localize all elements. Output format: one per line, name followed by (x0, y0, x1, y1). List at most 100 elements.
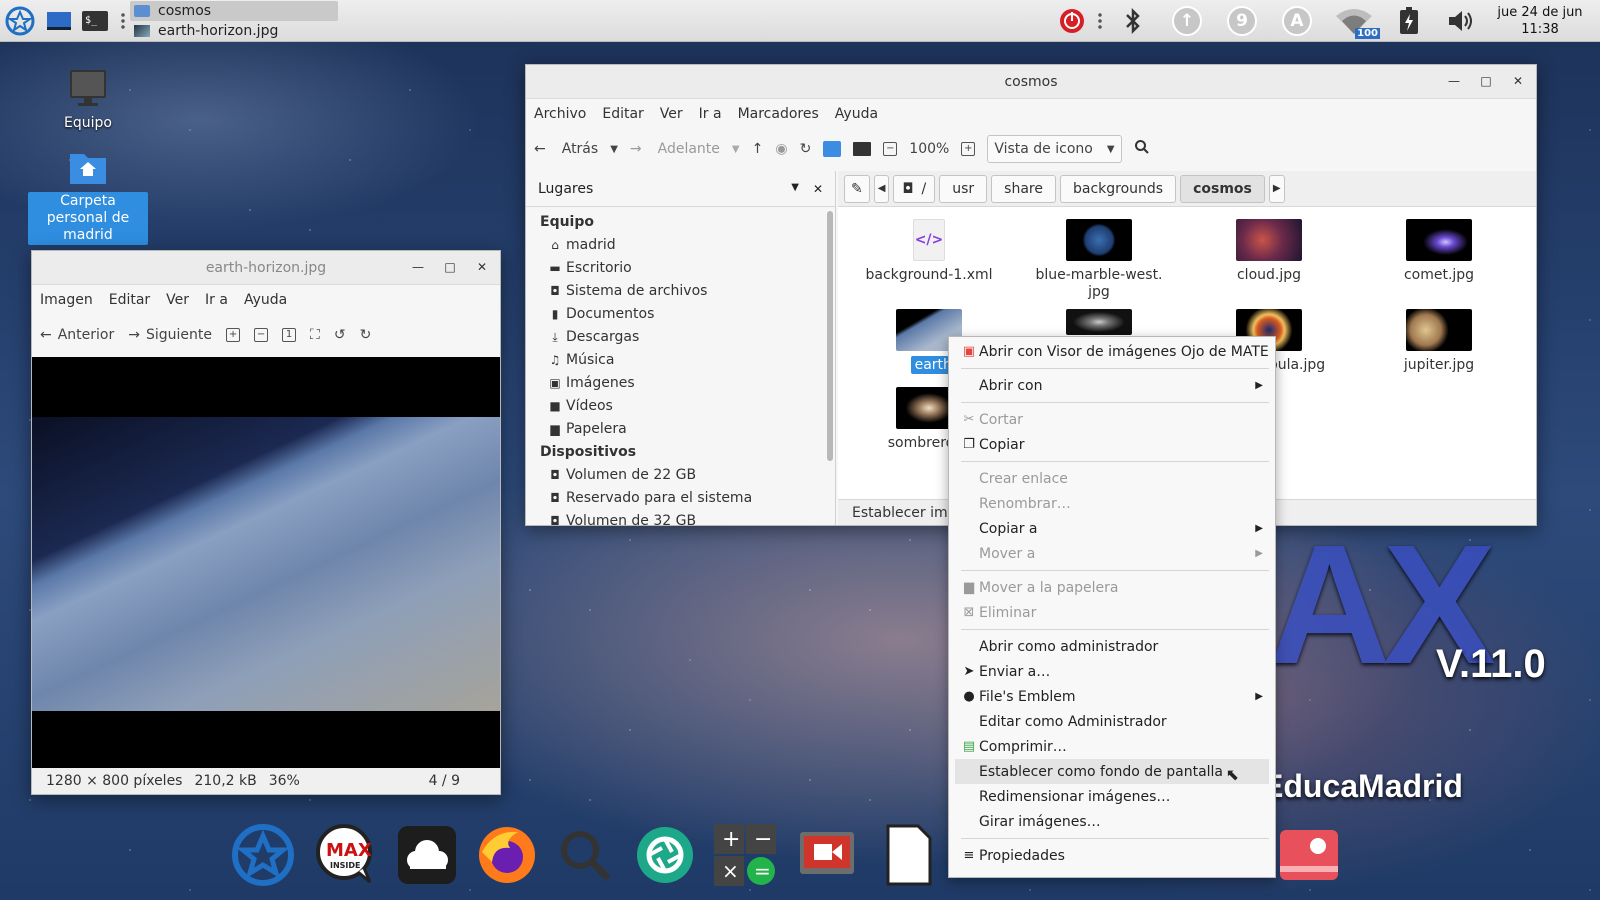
menu-item-enviar-a[interactable]: ➤ Enviar a… (955, 659, 1269, 684)
rotate-left-icon[interactable]: ↺ (334, 327, 346, 343)
up-arrow-icon[interactable]: ↑ (752, 141, 764, 157)
minimize-icon[interactable]: — (408, 257, 428, 277)
camera-shutter-icon[interactable] (632, 822, 698, 888)
search-icon[interactable] (1134, 139, 1150, 159)
firefox-icon[interactable] (474, 822, 540, 888)
max-menu-icon[interactable] (5, 6, 35, 36)
menu-item-eliminar[interactable]: ⊠ Eliminar (955, 600, 1269, 625)
search-icon[interactable] (552, 822, 618, 888)
menu-item-renombrar[interactable]: Renombrar… (955, 491, 1269, 516)
sidebar-item-reserved[interactable]: ◘ Reservado para el sistema (540, 487, 835, 510)
zoom-out-icon[interactable]: − (254, 328, 269, 342)
menu-item-abrir-con[interactable]: Abrir con ▶ (955, 373, 1269, 398)
menu-ver[interactable]: Ver (166, 292, 189, 308)
sidebar-item-filesystem[interactable]: ◘ Sistema de archivos (540, 280, 835, 303)
menu-item-comprimir[interactable]: ▤ Comprimir… (955, 734, 1269, 759)
show-desktop-icon[interactable] (44, 6, 74, 36)
menu-item-mover-a[interactable]: Mover a ▶ (955, 541, 1269, 566)
file-item[interactable]: cloud.jpg (1194, 219, 1344, 284)
menu-item-copiar[interactable]: ❐ Copiar (955, 432, 1269, 457)
menu-item-abrir-con-visor-de-imágenes-ojo-de-mate[interactable]: ▣ Abrir con Visor de imágenes Ojo de MATE (955, 339, 1269, 364)
desktop-icon-home-folder[interactable]: Carpeta personal de madrid (28, 148, 148, 245)
menu-item-abrir-como-administrador[interactable]: Abrir como administrador (955, 634, 1269, 659)
sidebar-scrollbar[interactable] (827, 211, 833, 461)
path-root[interactable]: ◘ / (893, 174, 936, 203)
task-earth-horizon[interactable]: earth-horizon.jpg (130, 21, 338, 41)
document-icon[interactable] (876, 822, 942, 888)
window-titlebar[interactable]: cosmos — □ ✕ (526, 65, 1536, 99)
file-item[interactable]: blue-marble-west. jpg (1024, 219, 1174, 301)
battery-charging-icon[interactable] (1392, 5, 1426, 37)
sidebar-item-escritorio[interactable]: ▬ Escritorio (540, 257, 835, 280)
path-segment-backgrounds[interactable]: backgrounds (1059, 174, 1177, 203)
close-icon[interactable]: ✕ (472, 257, 492, 277)
menu-imagen[interactable]: Imagen (40, 292, 93, 308)
wifi-icon[interactable]: 100 (1332, 5, 1380, 39)
zoom-in-icon[interactable]: + (226, 328, 241, 342)
maximize-icon[interactable]: □ (1476, 71, 1496, 91)
task-cosmos[interactable]: cosmos (130, 1, 338, 21)
menu-item-establecer-como-fondo-de-pantalla[interactable]: Establecer como fondo de pantalla ⬉ (955, 759, 1269, 784)
back-history-dropdown[interactable]: ▼ (610, 144, 618, 155)
max-inside-icon[interactable]: MAX INSIDE (314, 822, 380, 888)
sidebar-item-descargas[interactable]: ⤓ Descargas (540, 326, 835, 349)
menu-archivo[interactable]: Archivo (534, 106, 586, 122)
home-icon[interactable] (823, 141, 842, 157)
zoom-in-icon[interactable]: + (961, 142, 976, 156)
stop-icon[interactable]: ◉ (775, 141, 787, 157)
maximize-icon[interactable]: □ (440, 257, 460, 277)
edit-location-button[interactable]: ✎ (844, 174, 870, 203)
menu-ayuda[interactable]: Ayuda (244, 292, 287, 308)
terminal-icon[interactable]: $_ (80, 6, 110, 36)
computer-icon[interactable] (853, 142, 872, 156)
power-alert-icon[interactable] (1055, 5, 1089, 37)
menu-item-file-s-emblem[interactable]: ● File's Emblem ▶ (955, 684, 1269, 709)
path-segment-cosmos[interactable]: cosmos (1180, 174, 1265, 203)
menu-editar[interactable]: Editar (602, 106, 643, 122)
sidebar-item-madrid[interactable]: ⌂ madrid (540, 234, 835, 257)
menu-item-cortar[interactable]: ✂ Cortar (955, 407, 1269, 432)
rotate-right-icon[interactable]: ↻ (360, 327, 372, 343)
view-mode-select[interactable]: Vista de icono ▼ (987, 135, 1122, 163)
menu-ir-a[interactable]: Ir a (699, 106, 722, 122)
max-start-icon[interactable] (230, 822, 296, 888)
zoom-normal-icon[interactable]: 1 (282, 328, 297, 342)
zoom-out-icon[interactable]: − (883, 142, 898, 156)
file-item[interactable]: comet.jpg (1364, 219, 1514, 284)
screen-recorder-icon[interactable] (794, 822, 860, 888)
clock[interactable]: jue 24 de jun 11:38 (1490, 4, 1590, 38)
forward-button[interactable]: → Adelante (630, 141, 720, 157)
sidebar-type-dropdown[interactable]: ▼ (791, 182, 799, 196)
cloud-icon[interactable] (394, 822, 460, 888)
minimize-icon[interactable]: — (1444, 71, 1464, 91)
sidebar-item-documentos[interactable]: ▮ Documentos (540, 303, 835, 326)
menu-item-editar-como-administrador[interactable]: Editar como Administrador (955, 709, 1269, 734)
taskbar-handle[interactable] (121, 12, 125, 30)
menu-editar[interactable]: Editar (109, 292, 150, 308)
sidebar-item-volume-32[interactable]: ◘ Volumen de 32 GB (540, 510, 835, 533)
menu-marcadores[interactable]: Marcadores (738, 106, 819, 122)
bluetooth-icon[interactable] (1116, 5, 1150, 37)
menu-ir-a[interactable]: Ir a (205, 292, 228, 308)
volume-icon[interactable] (1444, 5, 1478, 37)
path-segment-usr[interactable]: usr (939, 174, 988, 203)
reload-icon[interactable]: ↻ (800, 141, 812, 157)
sidebar-item-videos[interactable]: ■ Vídeos (540, 395, 835, 418)
indicator-a[interactable]: A (1280, 5, 1314, 37)
path-scroll-right[interactable]: ▶ (1268, 174, 1285, 203)
indicator-9[interactable]: 9 (1225, 5, 1259, 37)
next-button[interactable]: → Siguiente (128, 327, 212, 343)
sidebar-item-papelera[interactable]: ▆ Papelera (540, 418, 835, 441)
file-item[interactable]: jupiter.jpg (1364, 309, 1514, 374)
photo-icon[interactable] (1276, 822, 1342, 888)
back-button[interactable]: ← Atrás (534, 141, 598, 157)
close-sidebar-icon[interactable]: ✕ (813, 182, 823, 196)
file-item[interactable]: </> background-1.xml (854, 219, 1004, 284)
previous-button[interactable]: ← Anterior (40, 327, 114, 343)
desktop-icon-equipo[interactable]: Equipo (28, 66, 148, 133)
update-indicator[interactable]: ↑ (1170, 5, 1204, 37)
menu-item-redimensionar-imágenes[interactable]: Redimensionar imágenes… (955, 784, 1269, 809)
calculator-icon[interactable]: + − × = (712, 822, 778, 888)
window-titlebar[interactable]: earth-horizon.jpg — □ ✕ (32, 251, 500, 285)
image-canvas[interactable] (32, 357, 500, 769)
